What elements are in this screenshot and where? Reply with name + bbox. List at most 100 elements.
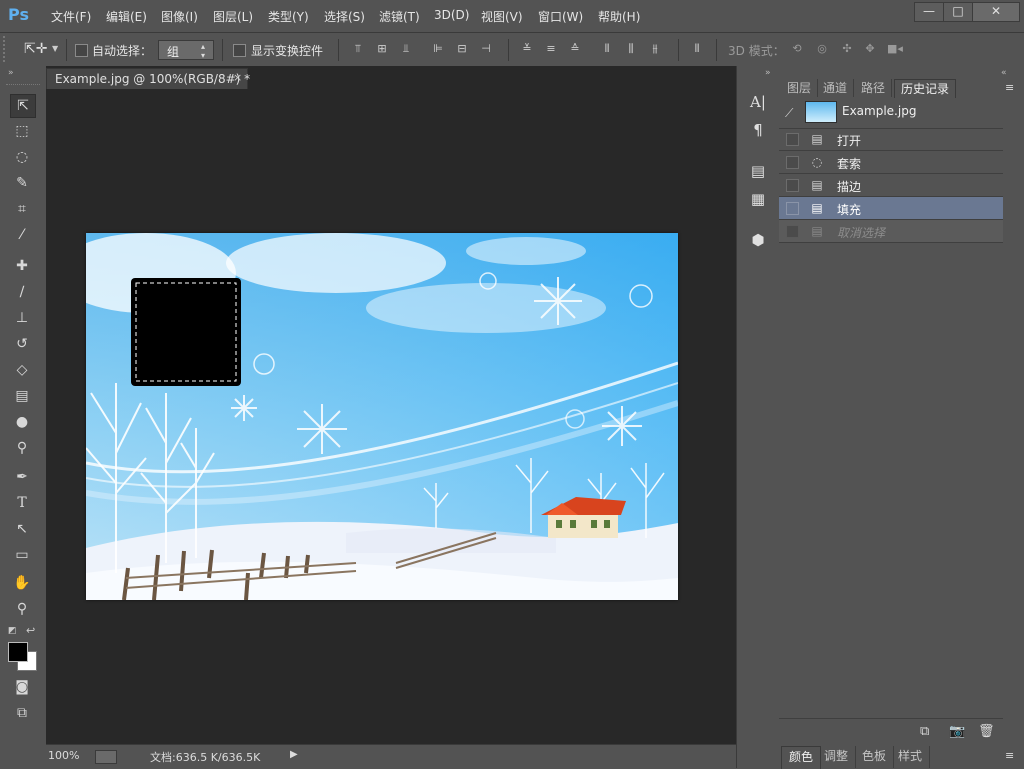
default-colors-icon[interactable]: ◩	[8, 626, 17, 636]
menu-window[interactable]: 窗口(W)	[538, 8, 583, 25]
rectangle-tool-icon[interactable]: ▭	[10, 544, 34, 566]
3d-panel-icon[interactable]: ⬢	[747, 229, 769, 251]
character-panel-icon[interactable]: A|	[747, 91, 769, 113]
tools-grip[interactable]	[6, 84, 40, 87]
panel-menu-icon[interactable]: ≡	[1005, 81, 1014, 94]
options-grip[interactable]	[3, 36, 11, 62]
color-panel-menu-icon[interactable]: ≡	[1005, 749, 1014, 762]
3d-roll-icon[interactable]: ◎	[815, 42, 829, 56]
delete-state-icon[interactable]: 🗑	[978, 724, 995, 739]
align-right-icon[interactable]: ⊣	[479, 42, 493, 56]
document-tab[interactable]: Example.jpg @ 100%(RGB/8#) * ×	[46, 68, 250, 89]
close-window-button[interactable]: ✕	[972, 2, 1020, 22]
history-brush-source-checkbox[interactable]	[786, 133, 799, 146]
align-top-icon[interactable]: ⫪	[351, 42, 365, 56]
tab-channels[interactable]: 通道	[817, 79, 855, 97]
create-snapshot-icon[interactable]: 📷	[949, 724, 965, 739]
distribute-vcenter-icon[interactable]: ≡	[544, 42, 558, 56]
menu-select[interactable]: 选择(S)	[324, 8, 365, 25]
status-menu-arrow-icon[interactable]: ▶	[290, 749, 298, 760]
quick-select-tool-icon[interactable]: ✎	[10, 172, 34, 194]
menu-help[interactable]: 帮助(H)	[598, 8, 640, 25]
move-tool-icon[interactable]: ⇱	[10, 94, 36, 118]
screen-mode-icon[interactable]: ⧉	[10, 702, 34, 724]
menu-edit[interactable]: 编辑(E)	[106, 8, 147, 25]
tab-color[interactable]: 颜色	[781, 746, 822, 769]
tab-paths[interactable]: 路径	[855, 79, 893, 97]
tab-history[interactable]: 历史记录	[894, 79, 957, 98]
hand-tool-icon[interactable]: ✋	[10, 572, 34, 594]
brush-tool-icon[interactable]: ∕	[10, 281, 34, 303]
zoom-level[interactable]: 100%	[48, 749, 79, 762]
align-vcenter-icon[interactable]: ⊞	[375, 42, 389, 56]
clone-stamp-tool-icon[interactable]: ⊥	[10, 307, 34, 329]
menu-layer[interactable]: 图层(L)	[213, 8, 253, 25]
collapse-panel-icon[interactable]: «	[1001, 68, 1007, 78]
3d-slide-icon[interactable]: ✥	[863, 42, 877, 56]
quick-mask-icon[interactable]: ◙	[10, 676, 34, 698]
minimize-button[interactable]: —	[914, 2, 944, 22]
history-snapshot[interactable]: ⟋ Example.jpg	[779, 98, 1003, 129]
history-item-selected[interactable]: ▤ 填充	[779, 197, 1003, 220]
distribute-bottom-icon[interactable]: ≙	[568, 42, 582, 56]
auto-align-icon[interactable]: ⦀	[690, 42, 704, 56]
distribute-hcenter-icon[interactable]: ⫼	[624, 42, 638, 56]
history-brush-source-checkbox[interactable]	[786, 225, 799, 238]
foreground-color-swatch[interactable]	[8, 642, 28, 662]
history-item[interactable]: ◌ 套索	[779, 151, 1003, 174]
zoom-tool-icon[interactable]: ⚲	[10, 598, 34, 620]
history-item[interactable]: ▤ 描边	[779, 174, 1003, 197]
align-left-icon[interactable]: ⊫	[431, 42, 445, 56]
tab-swatches[interactable]: 色板	[855, 746, 895, 768]
eyedropper-tool-icon[interactable]: ⁄	[10, 224, 34, 246]
info-panel-icon[interactable]: ▦	[747, 188, 769, 210]
history-brush-source-checkbox[interactable]	[786, 156, 799, 169]
history-item[interactable]: ▤ 打开	[779, 128, 1003, 151]
lasso-tool-icon[interactable]: ◌	[10, 146, 34, 168]
3d-drag-icon[interactable]: ✣	[840, 42, 854, 56]
align-bottom-icon[interactable]: ⫫	[399, 42, 413, 56]
menu-filter[interactable]: 滤镜(T)	[379, 8, 420, 25]
menu-type[interactable]: 类型(Y)	[268, 8, 309, 25]
move-tool-icon[interactable]: ⇱✛	[24, 41, 47, 57]
collapse-icon[interactable]: »	[8, 68, 14, 78]
menu-file[interactable]: 文件(F)	[51, 8, 91, 25]
history-brush-tool-icon[interactable]: ↺	[10, 333, 34, 355]
menu-image[interactable]: 图像(I)	[161, 8, 198, 25]
close-tab-icon[interactable]: ×	[233, 71, 242, 84]
menu-3d[interactable]: 3D(D)	[434, 8, 469, 22]
3d-rotate-icon[interactable]: ⟲	[790, 42, 804, 56]
show-transform-checkbox[interactable]	[233, 44, 246, 57]
crop-tool-icon[interactable]: ⌗	[10, 198, 34, 220]
expand-dock-icon[interactable]: »	[765, 68, 771, 78]
paragraph-panel-icon[interactable]: ¶	[747, 119, 769, 141]
tool-preset-chevron-icon[interactable]: ▼	[52, 44, 58, 53]
distribute-right-icon[interactable]: ⫵	[648, 42, 662, 56]
history-brush-source-checkbox[interactable]	[786, 202, 799, 215]
status-preview-icon[interactable]	[95, 750, 117, 764]
auto-select-checkbox[interactable]	[75, 44, 88, 57]
tab-adjustments[interactable]: 调整	[817, 746, 857, 768]
swap-colors-icon[interactable]: ↩	[26, 624, 35, 637]
blur-tool-icon[interactable]: ●	[10, 411, 34, 433]
history-brush-source-icon[interactable]: ⟋	[785, 106, 793, 121]
new-document-from-state-icon[interactable]: ⧉	[920, 724, 929, 739]
3d-scale-icon[interactable]: ■◂	[887, 42, 903, 56]
notes-panel-icon[interactable]: ▤	[747, 160, 769, 182]
pen-tool-icon[interactable]: ✒	[10, 466, 34, 488]
distribute-left-icon[interactable]: ⫴	[600, 42, 614, 56]
auto-select-dropdown[interactable]: 组 ▴ ▾	[158, 40, 214, 60]
align-hcenter-icon[interactable]: ⊟	[455, 42, 469, 56]
healing-brush-tool-icon[interactable]: ✚	[10, 255, 34, 277]
dodge-tool-icon[interactable]: ⚲	[10, 437, 34, 459]
path-select-tool-icon[interactable]: ↖	[10, 518, 34, 540]
marquee-tool-icon[interactable]: ⬚	[10, 120, 34, 142]
tab-layers[interactable]: 图层	[781, 79, 819, 97]
distribute-top-icon[interactable]: ≚	[520, 42, 534, 56]
tab-styles[interactable]: 样式	[891, 746, 931, 768]
image-canvas[interactable]	[86, 233, 678, 600]
eraser-tool-icon[interactable]: ◇	[10, 359, 34, 381]
type-tool-icon[interactable]: T	[10, 492, 34, 514]
menu-view[interactable]: 视图(V)	[481, 8, 523, 25]
restore-button[interactable]: □	[943, 2, 973, 22]
